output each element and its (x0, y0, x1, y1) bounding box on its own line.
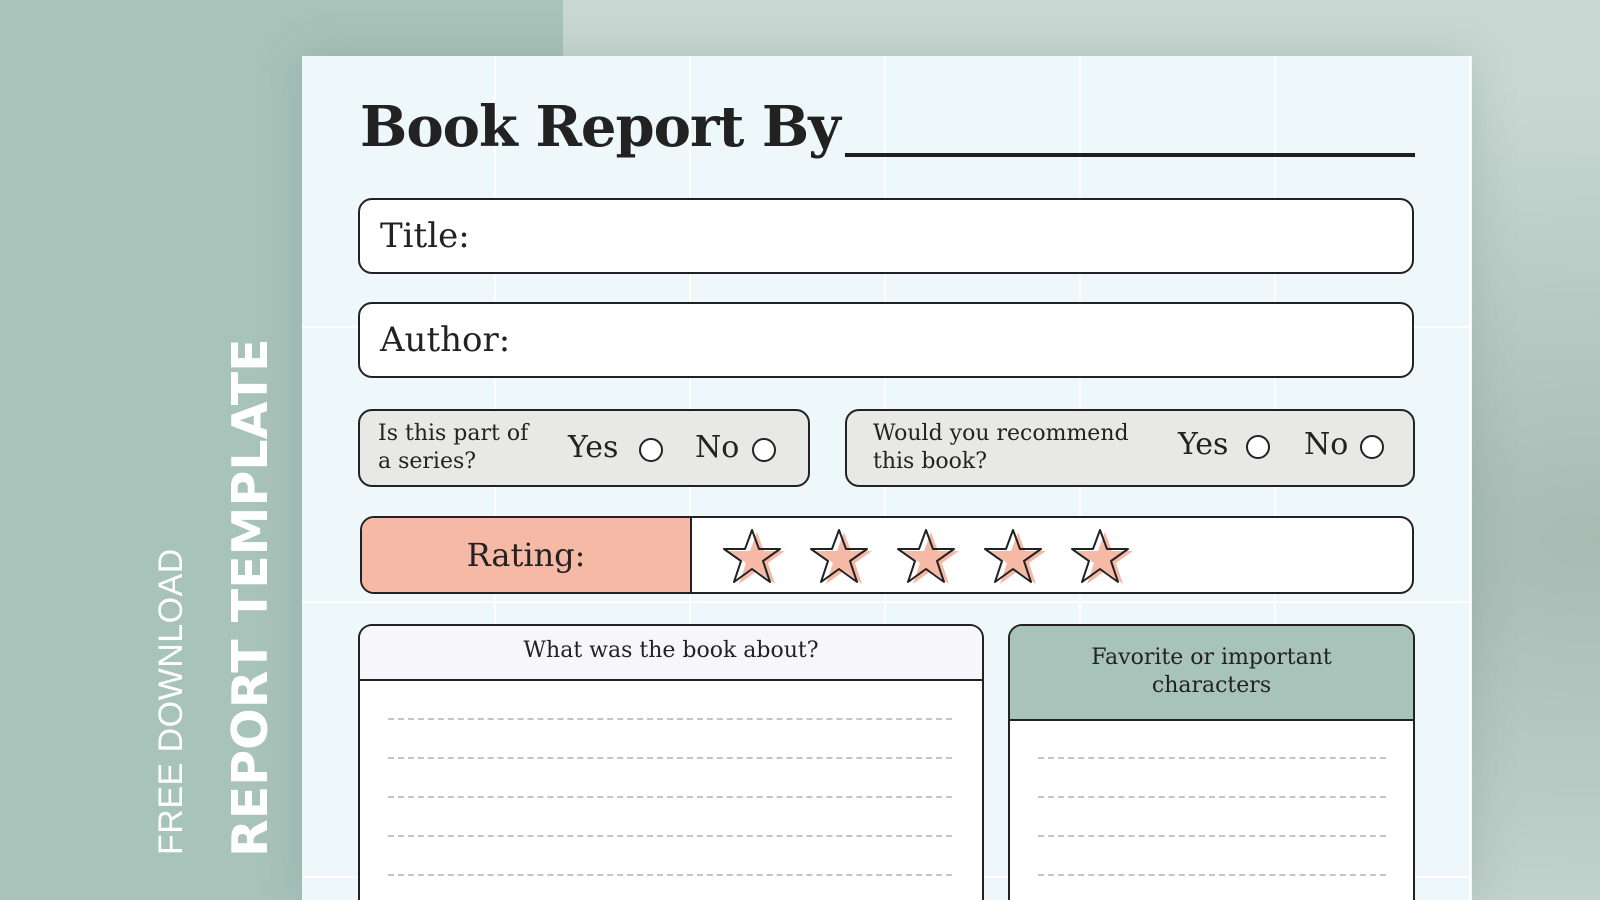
title-field[interactable]: Title: (358, 198, 1414, 274)
writing-line (388, 835, 952, 837)
writing-line (388, 757, 952, 759)
series-question-text: Is this part of a series? (378, 421, 529, 474)
series-no-label: No (695, 430, 740, 465)
recommend-no-label: No (1304, 427, 1349, 462)
side-banner-report-template: REPORT TEMPLATE (222, 338, 279, 857)
rating-star-icon[interactable] (722, 528, 786, 588)
book-about-panel: What was the book about? (358, 624, 984, 900)
rating-label: Rating: (362, 518, 692, 592)
rating-star-icon[interactable] (1070, 528, 1134, 588)
side-banner: FREE DOWNLOAD REPORT TEMPLATE (0, 0, 300, 900)
writing-line (1038, 874, 1386, 876)
recommend-no-radio[interactable] (1360, 435, 1384, 459)
rating-star-icon[interactable] (809, 528, 873, 588)
rating-star-icon[interactable] (983, 528, 1047, 588)
writing-line (1038, 757, 1386, 759)
series-no-radio[interactable] (752, 438, 776, 462)
recommend-yes-radio[interactable] (1246, 435, 1270, 459)
recommend-yes-label: Yes (1178, 427, 1229, 462)
book-about-heading: What was the book about? (360, 626, 982, 681)
recommend-question-box: Would you recommend this book? Yes No (845, 409, 1415, 487)
characters-heading: Favorite or important characters (1010, 626, 1413, 721)
author-label: Author: (380, 320, 511, 360)
writing-line (388, 796, 952, 798)
characters-panel: Favorite or important characters (1008, 624, 1415, 900)
writing-line (388, 718, 952, 720)
rating-star-icon[interactable] (896, 528, 960, 588)
series-yes-label: Yes (568, 430, 619, 465)
writing-line (1038, 796, 1386, 798)
recommend-question-text: Would you recommend this book? (873, 421, 1129, 474)
series-yes-radio[interactable] (639, 438, 663, 462)
writing-line (388, 874, 952, 876)
page-title: Book Report By (360, 94, 841, 160)
writing-line (1038, 835, 1386, 837)
author-field[interactable]: Author: (358, 302, 1414, 378)
name-underline[interactable] (845, 153, 1415, 157)
rating-row: Rating: (360, 516, 1414, 594)
side-banner-free-download: FREE DOWNLOAD (152, 548, 190, 855)
title-label: Title: (380, 216, 470, 256)
report-sheet: Book Report By Title: Author: Is this pa… (302, 56, 1472, 900)
series-question-box: Is this part of a series? Yes No (358, 409, 810, 487)
